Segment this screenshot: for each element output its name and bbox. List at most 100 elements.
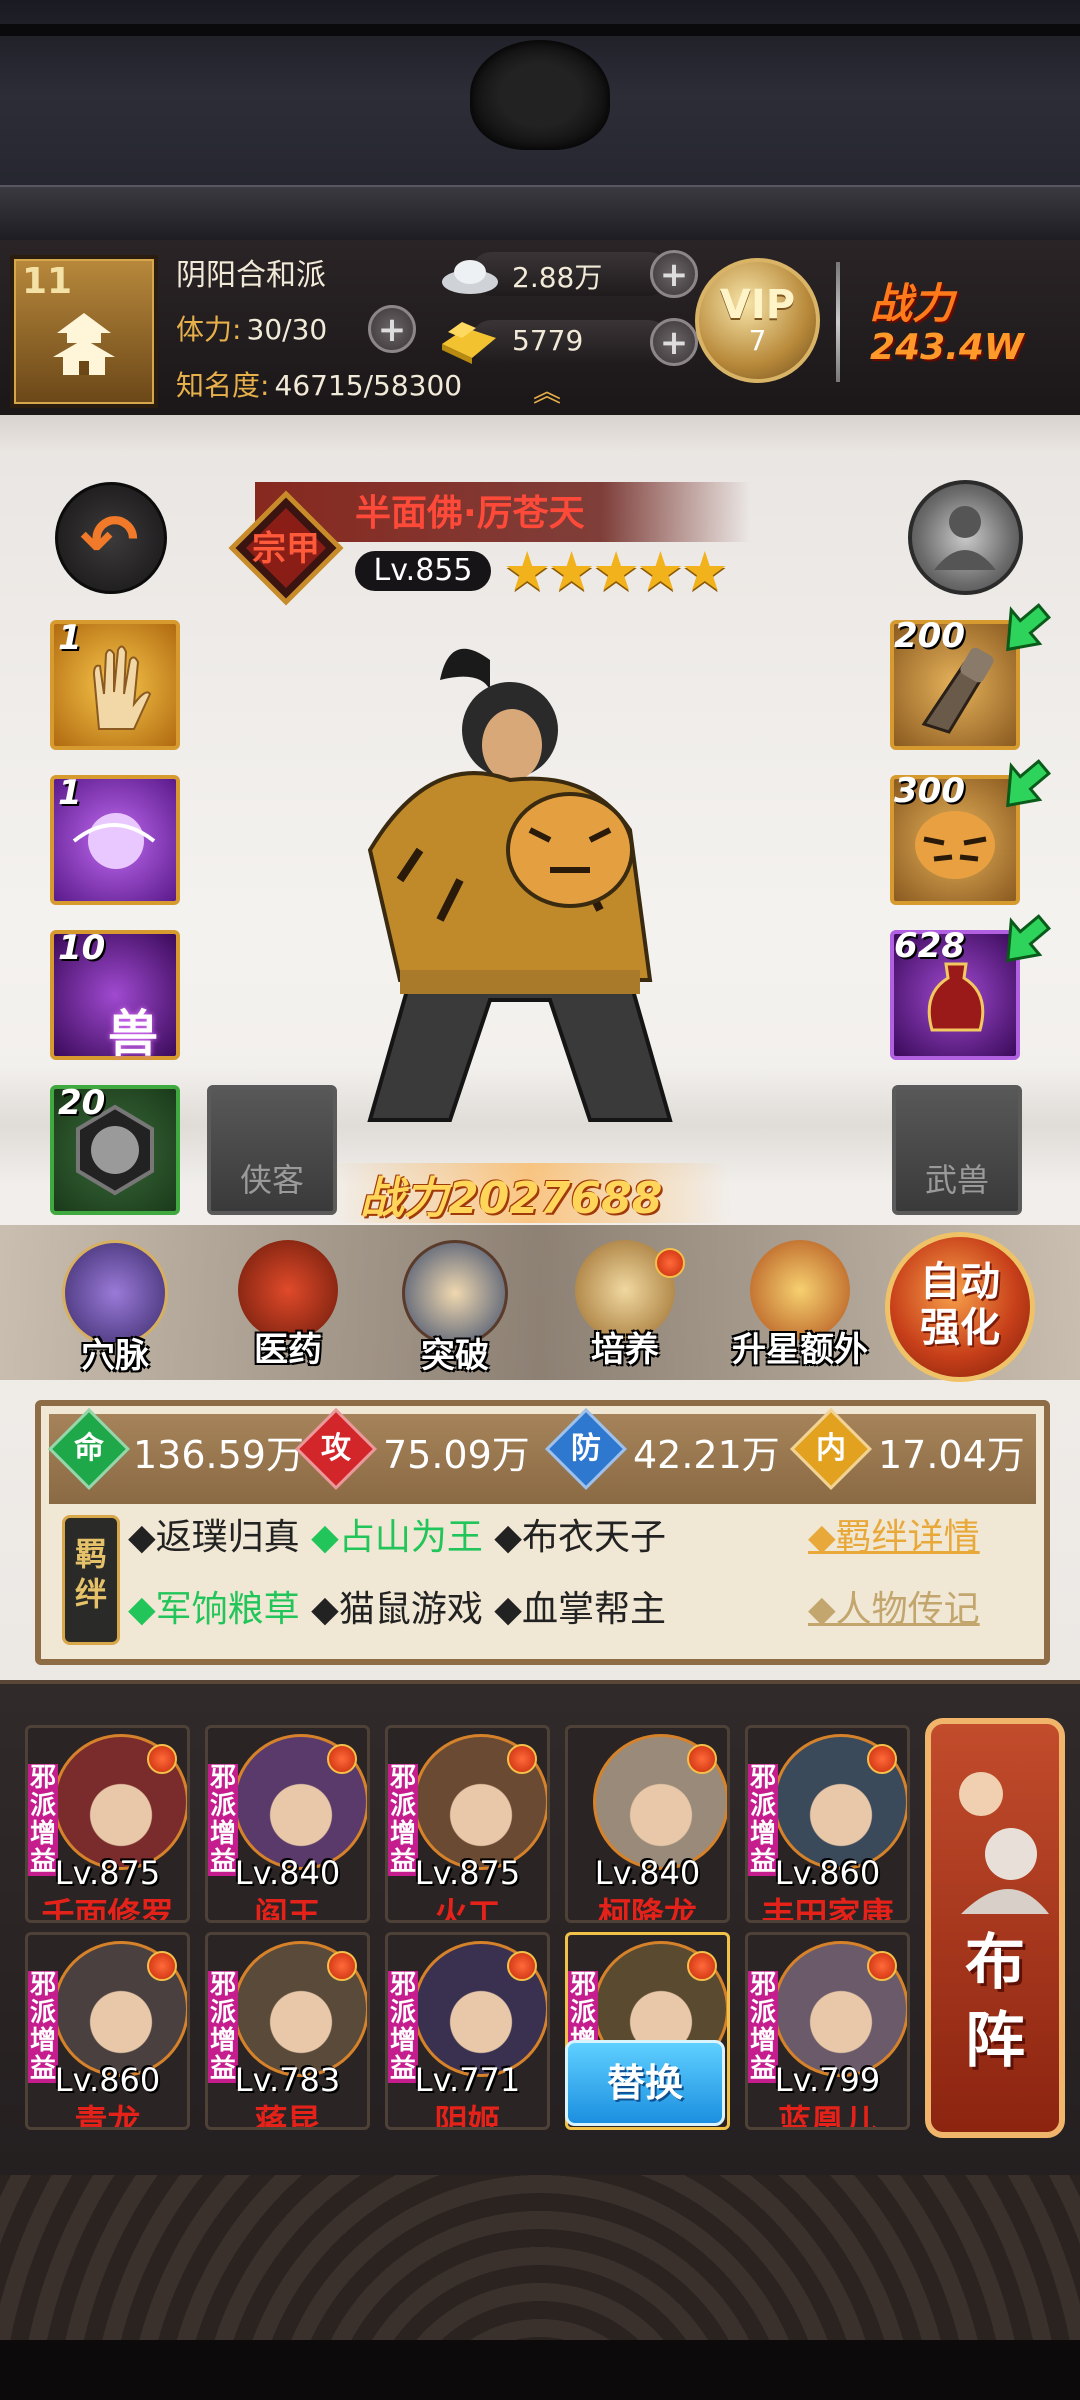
function-meridian[interactable]: 穴脉 <box>55 1240 175 1390</box>
skill-slot-1[interactable]: 1 <box>50 618 180 750</box>
bond-item-active[interactable]: ◆军饷粮草 <box>128 1589 300 1630</box>
header-divider <box>836 262 840 382</box>
hero-power: 战力2027688 <box>360 1173 663 1224</box>
roof-ornament <box>470 40 610 150</box>
auto-enhance-button[interactable]: 自动 强化 <box>885 1232 1035 1382</box>
formation-button[interactable]: 布 阵 <box>925 1718 1065 2138</box>
companion-slot-label: 侠客 <box>239 1161 304 1199</box>
back-button[interactable]: ↶ <box>55 482 167 594</box>
hero-portrait-button[interactable] <box>908 480 1023 595</box>
inner-stat-value: 17.04万 <box>878 1433 1025 1477</box>
function-cultivate[interactable]: 培养 <box>565 1240 685 1390</box>
bond-item-active[interactable]: ◆占山为王 <box>311 1517 483 1558</box>
notification-dot <box>687 1951 717 1981</box>
stamina-value: 30/30 <box>246 313 328 346</box>
hero-card-name: 火工 <box>434 1895 501 1923</box>
guild-name: 阴阳合和派 <box>176 258 326 293</box>
skill-slot-2[interactable]: 1 <box>50 773 180 905</box>
hero-name: 半面佛·厉苍天 <box>355 493 585 534</box>
skill-count: 10 <box>58 928 106 968</box>
collapse-arrow-icon[interactable]: ︽ <box>522 378 572 406</box>
fame-label: 知名度: <box>176 369 270 402</box>
vip-level: 7 <box>748 324 767 357</box>
defense-stat-glyph: 防 <box>571 1431 601 1466</box>
hero-card-name: 丰田家康 <box>761 1895 894 1923</box>
skill-slot-4[interactable]: 20 <box>50 1083 180 1215</box>
team-hero-card[interactable]: Lv.840 柯降龙 <box>565 1725 730 1923</box>
pagoda-icon <box>53 313 115 375</box>
function-label: 突破 <box>421 1336 489 1376</box>
add-silver-button[interactable]: + <box>650 250 698 298</box>
notification-dot <box>147 1951 177 1981</box>
bond-item[interactable]: ◆布衣天子 <box>494 1517 666 1558</box>
hero-card-level: Lv.799 <box>774 2061 881 2099</box>
swap-hero-button[interactable]: 替换 <box>565 2040 725 2126</box>
fame-row: 知名度: 46715/58300 <box>176 364 496 404</box>
team-hero-card[interactable]: 邪派增益 Lv.860 青龙 <box>25 1932 190 2130</box>
auto-enhance-line1: 自动 <box>920 1259 1000 1305</box>
hero-card-level: Lv.875 <box>54 1854 161 1892</box>
team-hero-card[interactable]: 邪派增益 Lv.875 火工 <box>385 1725 550 1923</box>
bond-item[interactable]: ◆返璞归真 <box>128 1517 300 1558</box>
hero-card-name: 青龙 <box>74 2102 141 2130</box>
notification-dot <box>327 1744 357 1774</box>
vip-text: VIP <box>719 282 796 328</box>
skill-count: 1 <box>58 773 82 813</box>
emblem-text: 宗甲 <box>252 529 320 569</box>
function-medicine[interactable]: 医药 <box>228 1240 348 1390</box>
team-hero-card[interactable]: 邪派增益 Lv.771 阴姬 <box>385 1932 550 2130</box>
team-hero-card[interactable]: 邪派增益 Lv.860 丰田家康 <box>745 1725 910 1923</box>
fame-value: 46715/58300 <box>274 369 463 402</box>
formation-line1: 布 <box>965 1928 1025 1998</box>
bond-detail-link[interactable]: ◆羁绊详情 <box>808 1508 980 1560</box>
silver-amount: 2.88万 <box>512 261 603 294</box>
upgrade-arrow-icon <box>1006 759 1052 808</box>
beast-slot-label: 武兽 <box>924 1161 989 1199</box>
back-arrow-icon: ↶ <box>80 499 139 581</box>
notification-dot <box>867 1951 897 1981</box>
hero-bio-link[interactable]: ◆人物传记 <box>808 1580 980 1632</box>
hero-card-name: 阴姬 <box>434 2102 501 2130</box>
team-hero-card[interactable]: 邪派增益 Lv.783 蒋昆 <box>205 1932 370 2130</box>
vip-badge[interactable]: VIP 7 <box>695 258 820 383</box>
notification-dot <box>687 1744 717 1774</box>
team-hero-card[interactable]: 邪派增益 Lv.875 千面修罗 <box>25 1725 190 1923</box>
bond-row-2: ◆军饷粮草 ◆猫鼠游戏 ◆血掌帮主 <box>128 1580 666 1632</box>
skill-slot-3[interactable]: 10 兽 <box>50 928 180 1063</box>
formation-line2: 阵 <box>965 2006 1025 2076</box>
hero-card-level: Lv.860 <box>54 2061 161 2099</box>
equip-count: 300 <box>894 771 965 811</box>
total-power[interactable]: 战力 243.4W <box>870 270 1070 380</box>
sect-emblem-icon: 宗甲 <box>228 490 344 606</box>
auto-enhance-line2: 强化 <box>920 1305 1000 1351</box>
inner-stat-glyph: 内 <box>816 1431 846 1466</box>
equip-count: 628 <box>894 926 965 966</box>
team-hero-card[interactable]: 邪派增益 Lv.799 蓝凰儿 <box>745 1932 910 2130</box>
function-label: 医药 <box>254 1330 322 1370</box>
gold-amount: 5779 <box>512 324 584 357</box>
function-star-up[interactable]: 升星额外 <box>725 1240 875 1390</box>
player-level: 11 <box>22 261 73 302</box>
defense-stat-value: 42.21万 <box>633 1433 780 1477</box>
hero-card-name: 蓝凰儿 <box>778 2102 877 2130</box>
function-breakthrough[interactable]: 突破 <box>395 1240 515 1390</box>
stamina-label: 体力: <box>176 313 242 346</box>
life-stat-value: 136.59万 <box>133 1433 304 1477</box>
add-stamina-button[interactable]: + <box>368 305 416 353</box>
bond-item[interactable]: ◆血掌帮主 <box>494 1589 666 1630</box>
hero-card-level: Lv.875 <box>414 1854 521 1892</box>
hero-card-name: 柯降龙 <box>598 1895 697 1923</box>
upgrade-arrow-icon <box>1006 914 1052 963</box>
add-gold-button[interactable]: + <box>650 318 698 366</box>
skill-count: 20 <box>58 1083 106 1123</box>
hero-illustration <box>367 648 673 1122</box>
team-hero-card[interactable]: 邪派增益 Lv.840 阎王 <box>205 1725 370 1923</box>
beast-skill-icon: 兽 <box>108 1005 158 1063</box>
bond-item[interactable]: ◆猫鼠游戏 <box>311 1589 483 1630</box>
player-level-badge[interactable]: 11 <box>10 255 158 408</box>
hero-stars: ★★★★★ <box>503 540 729 603</box>
hero-card-level: Lv.840 <box>234 1854 341 1892</box>
beast-slot[interactable]: 武兽 <box>892 1085 1022 1215</box>
upgrade-arrow-icon <box>1006 603 1052 652</box>
hero-card-name: 蒋昆 <box>254 2102 321 2130</box>
